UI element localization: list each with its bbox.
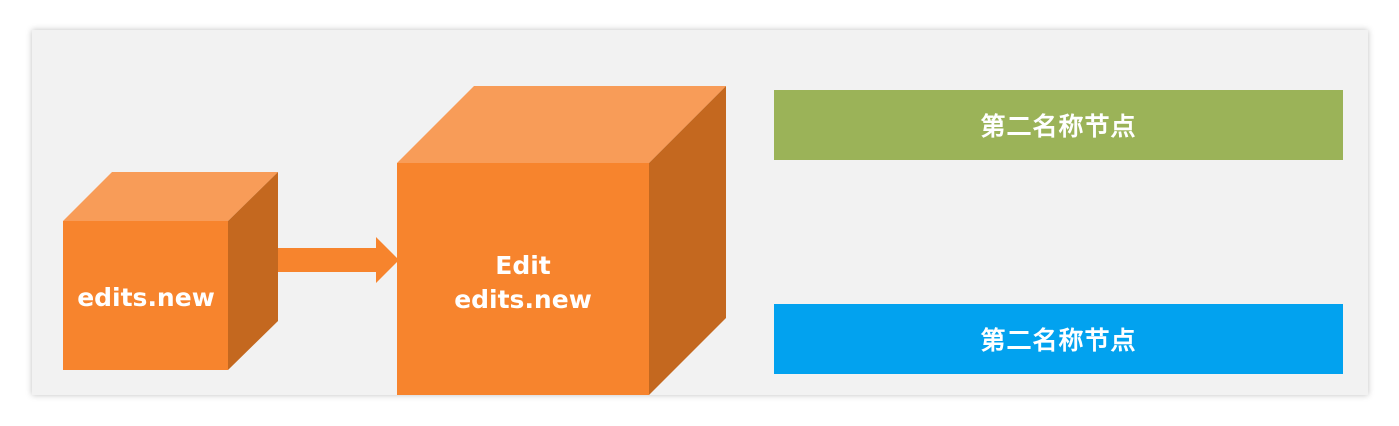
- large-cube-label-line1: Edit: [495, 251, 551, 280]
- secondary-namenode-bottom: 第二名称节点: [774, 304, 1343, 374]
- large-cube-label-line2: edits.new: [454, 285, 592, 314]
- secondary-namenode-top-label: 第二名称节点: [980, 112, 1137, 141]
- slide-canvas: edits.new Edit edits.new 第二名称节点 第二名称节点: [32, 30, 1368, 395]
- secondary-namenode-top: 第二名称节点: [774, 90, 1343, 160]
- large-cube: Edit edits.new: [397, 86, 726, 395]
- arrow-shape: [278, 237, 399, 283]
- small-cube: edits.new: [63, 172, 278, 370]
- arrow: [278, 237, 399, 283]
- secondary-namenode-bottom-label: 第二名称节点: [980, 326, 1137, 355]
- small-cube-label: edits.new: [77, 283, 215, 312]
